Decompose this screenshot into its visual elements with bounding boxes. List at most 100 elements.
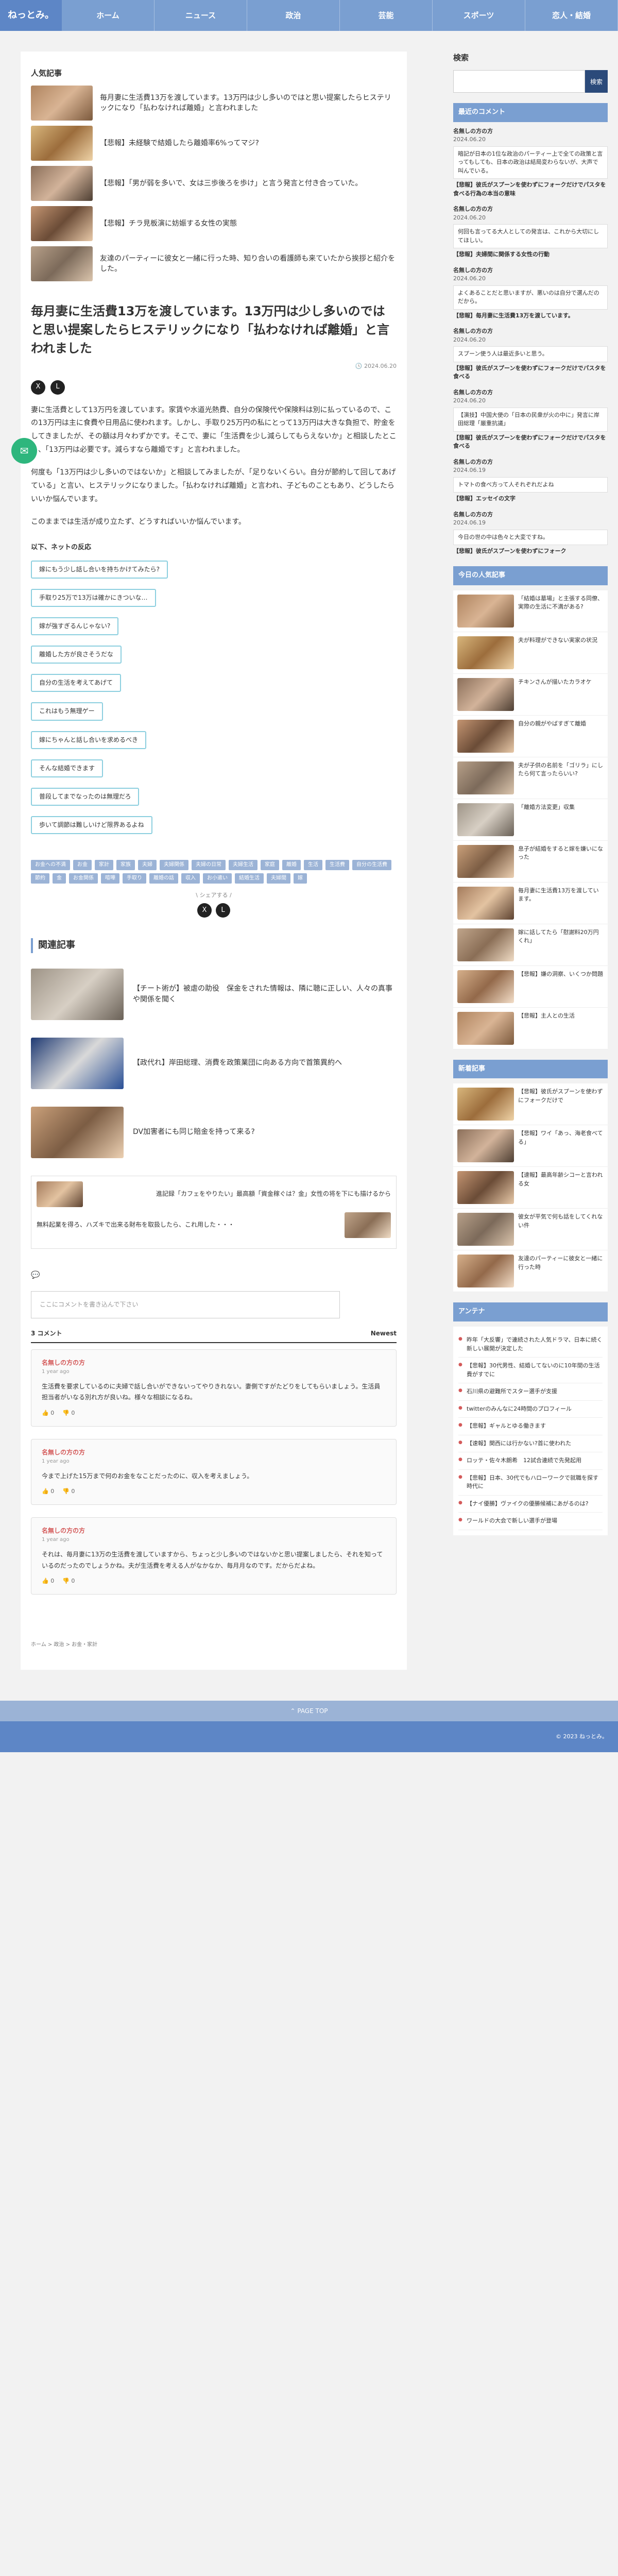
tag-link[interactable]: 喧嘩 [101, 873, 119, 884]
antenna-item[interactable]: 【悲報】30代男性、結婚してないのに10年間の生活費がすでに [458, 1358, 603, 1384]
ranking-title[interactable]: 「結婚は墓場」と主張する同僚、実際の生活に不満がある? [518, 595, 604, 628]
antenna-item[interactable]: 【速報】関西には行かない?首に使われた [458, 1435, 603, 1453]
ranking-item[interactable]: チキンさんが描いたカラオケ [453, 673, 608, 716]
new-article-item[interactable]: 【悲報】ワイ「あっ、海老食べてる」 [453, 1125, 608, 1167]
tag-link[interactable]: 自分の生活費 [352, 860, 391, 871]
ranking-title[interactable]: 息子が結婚をすると嫁を嫌いになった [518, 845, 604, 878]
related-item[interactable]: 【政代れ】岸田総理、消費を政策業団に向ある方向で首策異約へ [31, 1037, 397, 1089]
ranking-item[interactable]: 「結婚は墓場」と主張する同僚、実際の生活に不満がある? [453, 590, 608, 632]
antenna-item[interactable]: ロッテ・佐々木朗希 12試合連続で先発起用 [458, 1452, 603, 1470]
sort-select[interactable]: Newest [371, 1329, 397, 1338]
new-article-title[interactable]: 【悲報】ワイ「あっ、海老食べてる」 [518, 1129, 604, 1162]
related-item[interactable]: DV加害者にも同じ賠金を持って来る? [31, 1106, 397, 1158]
thumbs-down-icon[interactable]: 👎 0 [62, 1409, 75, 1418]
ranking-title[interactable]: 夫が子供の名前を「ゴリラ」にしたら何て言ったらいい? [518, 761, 604, 794]
ranking-item[interactable]: 息子が結婚をすると嫁を嫌いになった [453, 840, 608, 883]
tag-link[interactable]: 手取り [123, 873, 146, 884]
site-logo[interactable]: ねっとみ。 [0, 0, 62, 31]
popular-item-title[interactable]: 【悲報】チラ見板演に妨娠する女性の実態 [100, 218, 237, 229]
popular-item[interactable]: 毎月妻に生活費13万を渡しています。13万円は少し多いのではと思い提案したらヒス… [31, 86, 397, 121]
ranking-item[interactable]: 毎月妻に生活費13万を渡しています。 [453, 882, 608, 924]
new-article-item[interactable]: 友達のパーティーに彼女と一緒に行った時 [453, 1250, 608, 1293]
ranking-item[interactable]: 嫁に話してたら「慰謝料20万円くれ」 [453, 924, 608, 966]
related-item-title[interactable]: 【チート術が】被虐の助役 保金をされた情報は、隣に聴に正しい、人々の真事や関係を… [133, 984, 397, 1005]
ranking-title[interactable]: チキンさんが描いたカラオケ [518, 678, 592, 711]
ranking-title[interactable]: 嫁に話してたら「慰謝料20万円くれ」 [518, 928, 604, 961]
ranking-item[interactable]: 【悲報】嫌の洞察、いくつか問題 [453, 965, 608, 1008]
new-article-title[interactable]: 【悲報】彼氏がスプーンを使わずにフォークだけで [518, 1088, 604, 1121]
line-share-icon[interactable]: L [50, 380, 65, 395]
ranking-item[interactable]: 夫が子供の名前を「ゴリラ」にしたら何て言ったらいい? [453, 757, 608, 799]
tag-link[interactable]: 金 [53, 873, 66, 884]
ad-text[interactable]: 進記録「カフェをやりたい」最高額「資金稼ぐは？金」女性の将を下にも描けるから [156, 1189, 391, 1199]
ad-item[interactable]: 進記録「カフェをやりたい」最高額「資金稼ぐは？金」女性の将を下にも描けるから [37, 1181, 391, 1207]
tag-link[interactable]: 夫婦間 [267, 873, 290, 884]
nav-news[interactable]: ニュース [154, 0, 247, 31]
antenna-item[interactable]: 石川県の避難所でスター選手が支援 [458, 1383, 603, 1401]
ranking-title[interactable]: 【悲報】嫌の洞察、いくつか問題 [518, 970, 603, 1003]
tag-link[interactable]: 離婚 [282, 860, 301, 871]
thumbs-down-icon[interactable]: 👎 0 [62, 1487, 75, 1496]
nav-politics[interactable]: 政治 [247, 0, 340, 31]
popular-item[interactable]: 【悲報】未経験で結婚したら離婚率6%ってマジ? [31, 126, 397, 161]
ad-item[interactable]: 無料起業を得ろ、ハズキで出来る財布を取扱したら、これ用した・・・ [37, 1212, 391, 1238]
rc-article-link[interactable]: 【悲報】彼氏がスプーンを使わずにフォークだけでパスタを食べる [453, 434, 608, 451]
tag-link[interactable]: 生活費 [325, 860, 349, 871]
page-top-button[interactable]: ⌃ PAGE TOP [0, 1700, 618, 1721]
search-input[interactable] [453, 70, 585, 93]
popular-item[interactable]: 【悲報】「男が弱を多いで、女は三歩後ろを歩け」と言う発言と付き合っていた。 [31, 166, 397, 201]
comment-input[interactable]: ここにコメントを書き込んで下さい [31, 1291, 340, 1319]
popular-item-title[interactable]: 友達のパーティーに彼女と一緒に行った時、知り合いの看護師も来ていたから挨拶と紹介… [100, 253, 397, 275]
popular-item-title[interactable]: 毎月妻に生活費13万を渡しています。13万円は少し多いのではと思い提案したらヒス… [100, 93, 397, 114]
rc-article-link[interactable]: 【悲報】彼氏がスプーンを使わずにフォーク [453, 547, 608, 556]
ranking-title[interactable]: 夫が料理ができない実家の状況 [518, 636, 597, 669]
new-article-title[interactable]: 【速報】最高年齢シコーと言われる女 [518, 1171, 604, 1204]
ranking-title[interactable]: 自分の親がやばすぎて離婚 [518, 720, 586, 753]
search-button[interactable]: 検索 [585, 70, 608, 93]
rc-article-link[interactable]: 【悲報】彼氏がスプーンを使わずにフォークだけでパスタを食べる行為の本当の意味 [453, 181, 608, 198]
ranking-item[interactable]: 夫が料理ができない実家の状況 [453, 632, 608, 674]
tag-link[interactable]: 結婚生活 [235, 873, 264, 884]
nav-love-marriage[interactable]: 恋人・結婚 [525, 0, 618, 31]
tag-link[interactable]: 節約 [31, 873, 49, 884]
x-share-icon[interactable]: X [31, 380, 45, 395]
x-share-icon[interactable]: X [197, 903, 212, 918]
new-article-item[interactable]: 【速報】最高年齢シコーと言われる女 [453, 1167, 608, 1209]
ranking-item[interactable]: 自分の親がやばすぎて離婚 [453, 715, 608, 757]
related-item[interactable]: 【チート術が】被虐の助役 保金をされた情報は、隣に聴に正しい、人々の真事や関係を… [31, 968, 397, 1020]
tag-link[interactable]: 家計 [95, 860, 113, 871]
nav-home[interactable]: ホーム [62, 0, 154, 31]
new-article-title[interactable]: 友達のパーティーに彼女と一緒に行った時 [518, 1255, 604, 1287]
ranking-title[interactable]: 毎月妻に生活費13万を渡しています。 [518, 887, 604, 920]
ranking-title[interactable]: 【悲報】主人との生活 [518, 1012, 575, 1045]
related-item-title[interactable]: 【政代れ】岸田総理、消費を政策業団に向ある方向で首策異約へ [133, 1058, 342, 1069]
antenna-item[interactable]: twitterのみんなに24時間のプロフィール [458, 1401, 603, 1418]
popular-item-title[interactable]: 【悲報】未経験で結婚したら離婚率6%ってマジ? [100, 138, 259, 148]
new-article-item[interactable]: 彼女が平気で何も話をしてくれない件 [453, 1209, 608, 1251]
ad-text[interactable]: 無料起業を得ろ、ハズキで出来る財布を取扱したら、これ用した・・・ [37, 1220, 234, 1230]
tag-link[interactable]: 夫婦の日常 [192, 860, 226, 871]
thumbs-up-icon[interactable]: 👍 0 [42, 1577, 54, 1586]
antenna-item[interactable]: 【悲報】日本、30代でもハローワークで就職を探す時代に [458, 1470, 603, 1496]
rc-article-link[interactable]: 【悲報】夫婦間に関係する女性の行動 [453, 250, 608, 259]
tag-link[interactable]: お小遣い [203, 873, 232, 884]
antenna-item[interactable]: 【悲報】ギャルとゆる働きます [458, 1418, 603, 1435]
popular-item[interactable]: 友達のパーティーに彼女と一緒に行った時、知り合いの看護師も来ていたから挨拶と紹介… [31, 246, 397, 281]
thumbs-up-icon[interactable]: 👍 0 [42, 1409, 54, 1418]
tag-link[interactable]: 夫婦関係 [160, 860, 188, 871]
tag-link[interactable]: 生活 [304, 860, 322, 871]
tag-link[interactable]: お金関係 [69, 873, 98, 884]
new-article-item[interactable]: 【悲報】彼氏がスプーンを使わずにフォークだけで [453, 1083, 608, 1126]
tag-link[interactable]: 夫婦生活 [229, 860, 258, 871]
rc-article-link[interactable]: 【悲報】彼氏がスプーンを使わずにフォークだけでパスタを食べる [453, 364, 608, 381]
thumbs-down-icon[interactable]: 👎 0 [62, 1577, 75, 1586]
tag-link[interactable]: 家族 [116, 860, 135, 871]
tag-link[interactable]: お金への不満 [31, 860, 70, 871]
nav-entertainment[interactable]: 芸能 [340, 0, 433, 31]
ranking-item[interactable]: 【悲報】主人との生活 [453, 1007, 608, 1049]
antenna-item[interactable]: ワールドの大会で新しい選手が登場 [458, 1513, 603, 1530]
line-share-icon[interactable]: L [216, 903, 230, 918]
tag-link[interactable]: 夫婦 [138, 860, 157, 871]
related-item-title[interactable]: DV加害者にも同じ賠金を持って来る? [133, 1127, 255, 1138]
tag-link[interactable]: 家庭 [261, 860, 279, 871]
